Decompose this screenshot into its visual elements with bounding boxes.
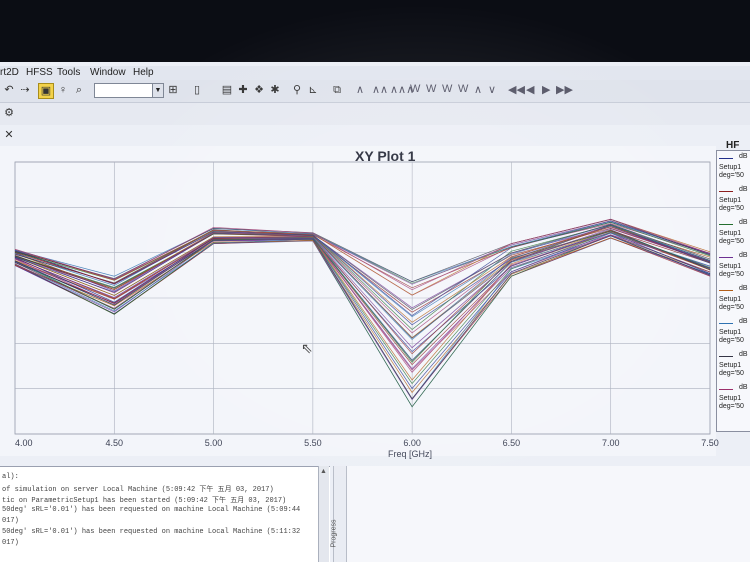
x-tick-label: 4.00 bbox=[15, 438, 33, 448]
sweep-curve bbox=[14, 237, 711, 408]
mouse-cursor-icon: ⇖ bbox=[301, 340, 313, 356]
legend-db-label: dB bbox=[739, 351, 748, 358]
legend-setup-label: Setup1 bbox=[719, 362, 742, 369]
legend-entry[interactable]: dB Setup1 deg='50 bbox=[717, 250, 750, 283]
x-axis-label: Freq [GHz] bbox=[388, 449, 432, 459]
message-manager[interactable]: al): of simulation on server Local Machin… bbox=[0, 466, 330, 562]
legend-entry[interactable]: dB Setup1 deg='50 bbox=[717, 151, 750, 184]
sweep-curve bbox=[14, 230, 711, 353]
message-line: 50deg' sRL='0.01') has been requested on… bbox=[2, 528, 301, 536]
message-line: tic on ParametricSetup1 has been started… bbox=[2, 497, 287, 505]
x-tick-label: 6.50 bbox=[503, 438, 521, 448]
message-scrollbar[interactable]: ▲ bbox=[318, 466, 329, 562]
legend-entry[interactable]: dB Setup1 deg='50 bbox=[717, 184, 750, 217]
legend-deg-label: deg='50 bbox=[719, 271, 744, 278]
legend-deg-label: deg='50 bbox=[719, 205, 744, 212]
legend-deg-label: deg='50 bbox=[719, 337, 744, 344]
legend-swatch bbox=[719, 323, 733, 324]
x-tick-label: 7.00 bbox=[602, 438, 620, 448]
legend-entry[interactable]: dB Setup1 deg='50 bbox=[717, 217, 750, 250]
x-tick-label: 5.50 bbox=[304, 438, 322, 448]
legend-setup-label: Setup1 bbox=[719, 395, 742, 402]
legend-entry[interactable]: dB Setup1 deg='50 bbox=[717, 382, 750, 415]
legend-db-label: dB bbox=[739, 285, 748, 292]
legend-setup-label: Setup1 bbox=[719, 230, 742, 237]
progress-panel bbox=[347, 466, 750, 562]
progress-tab[interactable]: Progress bbox=[330, 466, 347, 562]
legend-db-label: dB bbox=[739, 186, 748, 193]
legend-deg-label: deg='50 bbox=[719, 172, 744, 179]
legend-swatch bbox=[719, 158, 733, 159]
legend-entry[interactable]: dB Setup1 deg='50 bbox=[717, 283, 750, 316]
message-line: of simulation on server Local Machine (5… bbox=[2, 486, 274, 494]
legend-swatch bbox=[719, 389, 733, 390]
legend-setup-label: Setup1 bbox=[719, 197, 742, 204]
sweep-curve bbox=[14, 235, 711, 401]
x-tick-label: 4.50 bbox=[106, 438, 124, 448]
legend-entry[interactable]: dB Setup1 deg='50 bbox=[717, 316, 750, 349]
legend-deg-label: deg='50 bbox=[719, 370, 744, 377]
message-line: 50deg' sRL='0.01') has been requested on… bbox=[2, 506, 301, 514]
sweep-curve bbox=[14, 235, 711, 400]
message-line: al): bbox=[2, 473, 19, 481]
legend-deg-label: deg='50 bbox=[719, 403, 744, 410]
plot-series bbox=[14, 218, 711, 408]
plot-legend[interactable]: dB Setup1 deg='50 dB Setup1 deg='50 dB Setup1 de… bbox=[716, 150, 750, 432]
legend-db-label: dB bbox=[739, 252, 748, 259]
progress-label: Progress bbox=[330, 519, 338, 548]
sweep-curve bbox=[14, 237, 711, 400]
message-line: 017) bbox=[2, 539, 19, 547]
sweep-curve bbox=[14, 235, 711, 400]
legend-setup-label: Setup1 bbox=[719, 329, 742, 336]
legend-db-label: dB bbox=[739, 219, 748, 226]
plot-grid bbox=[14, 161, 711, 435]
legend-swatch bbox=[719, 191, 733, 192]
legend-setup-label: Setup1 bbox=[719, 263, 742, 270]
legend-entry[interactable]: dB Setup1 deg='50 bbox=[717, 349, 750, 382]
legend-swatch bbox=[719, 290, 733, 291]
legend-db-label: dB bbox=[739, 384, 748, 391]
legend-db-label: dB bbox=[739, 318, 748, 325]
legend-setup-label: Setup1 bbox=[719, 164, 742, 171]
x-tick-label: 7.50 bbox=[701, 438, 719, 448]
message-line: 017) bbox=[2, 517, 19, 525]
legend-swatch bbox=[719, 356, 733, 357]
x-tick-label: 6.00 bbox=[403, 438, 421, 448]
legend-deg-label: deg='50 bbox=[719, 304, 744, 311]
x-tick-label: 5.00 bbox=[205, 438, 223, 448]
legend-swatch bbox=[719, 257, 733, 258]
legend-swatch bbox=[719, 224, 733, 225]
legend-setup-label: Setup1 bbox=[719, 296, 742, 303]
sweep-curve bbox=[14, 231, 711, 363]
hfss-window: rt2D HFSS Tools Window Help ↶ ⇢ ▣ ♀ ⌕ ▼ … bbox=[0, 62, 750, 562]
legend-deg-label: deg='50 bbox=[719, 238, 744, 245]
scroll-up-icon[interactable]: ▲ bbox=[320, 468, 327, 475]
legend-db-label: dB bbox=[739, 153, 748, 160]
x-axis-ticks: 4.00 4.50 5.00 5.50 6.00 6.50 7.00 7.50 bbox=[15, 438, 719, 448]
